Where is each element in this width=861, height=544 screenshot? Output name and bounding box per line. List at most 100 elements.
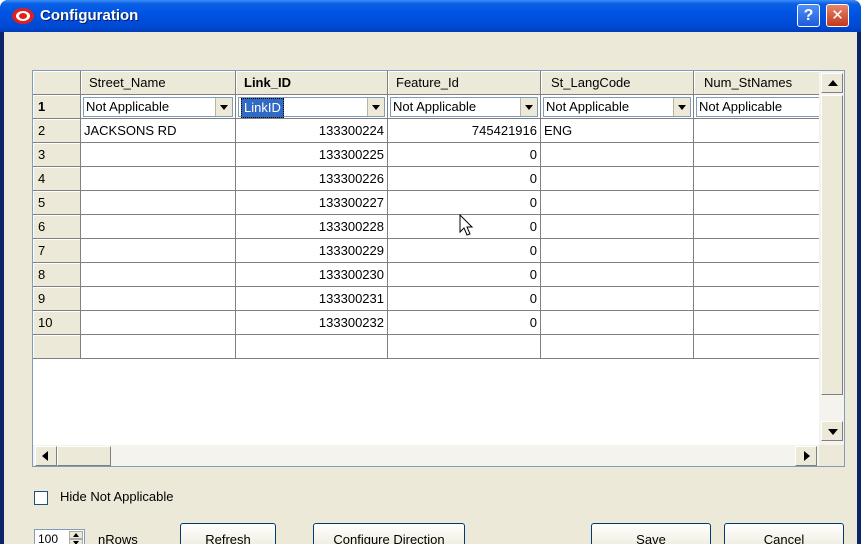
vertical-scroll-thumb[interactable] bbox=[821, 95, 843, 395]
mapping-cell: LinkID bbox=[236, 95, 388, 119]
link-id-mapping-dropdown[interactable]: LinkID bbox=[238, 97, 385, 118]
num-stnames-mapping-dropdown[interactable]: Not Applicable bbox=[696, 97, 819, 117]
street-name-cell[interactable] bbox=[81, 335, 236, 359]
chevron-down-icon[interactable] bbox=[673, 98, 690, 116]
spin-up-icon[interactable] bbox=[69, 531, 83, 539]
st-langcode-cell[interactable] bbox=[541, 167, 694, 191]
num-stnames-cell[interactable] bbox=[694, 167, 819, 191]
table-row: 2 JACKSONS RD 133300224 745421916 ENG bbox=[33, 119, 819, 143]
column-header-st-langcode[interactable]: St_LangCode bbox=[541, 71, 694, 95]
scroll-right-icon[interactable] bbox=[795, 446, 817, 466]
st-langcode-cell[interactable] bbox=[541, 335, 694, 359]
save-button[interactable]: Save bbox=[591, 523, 711, 544]
st-langcode-cell[interactable] bbox=[541, 239, 694, 263]
feature-id-cell[interactable] bbox=[388, 335, 541, 359]
link-id-cell[interactable]: 133300226 bbox=[236, 167, 388, 191]
link-id-cell[interactable]: 133300228 bbox=[236, 215, 388, 239]
row-number: 7 bbox=[33, 239, 81, 263]
feature-id-cell[interactable]: 0 bbox=[388, 311, 541, 335]
street-name-cell[interactable] bbox=[81, 287, 236, 311]
num-stnames-cell[interactable] bbox=[694, 311, 819, 335]
link-id-cell[interactable]: 133300231 bbox=[236, 287, 388, 311]
table-row: 10 133300232 0 bbox=[33, 311, 819, 335]
oracle-logo-icon bbox=[12, 8, 34, 24]
st-langcode-cell[interactable] bbox=[541, 311, 694, 335]
table-row: 8 133300230 0 bbox=[33, 263, 819, 287]
link-id-cell[interactable] bbox=[236, 335, 388, 359]
cancel-button[interactable]: Cancel bbox=[724, 523, 844, 544]
street-name-cell[interactable] bbox=[81, 191, 236, 215]
street-name-cell[interactable] bbox=[81, 263, 236, 287]
num-stnames-cell[interactable] bbox=[694, 119, 819, 143]
street-name-mapping-dropdown[interactable]: Not Applicable bbox=[83, 97, 233, 117]
link-id-cell[interactable]: 133300225 bbox=[236, 143, 388, 167]
column-header-num-stnames[interactable]: Num_StNames bbox=[694, 71, 819, 95]
st-langcode-cell[interactable] bbox=[541, 287, 694, 311]
scroll-left-icon[interactable] bbox=[35, 446, 57, 466]
num-stnames-cell[interactable] bbox=[694, 335, 819, 359]
street-name-cell[interactable] bbox=[81, 143, 236, 167]
scroll-down-icon[interactable] bbox=[821, 421, 843, 441]
num-stnames-cell[interactable] bbox=[694, 239, 819, 263]
refresh-button[interactable]: Refresh bbox=[180, 523, 276, 544]
row-number: 1 bbox=[33, 95, 81, 119]
configure-direction-button[interactable]: Configure Direction bbox=[313, 523, 465, 544]
num-stnames-cell[interactable] bbox=[694, 263, 819, 287]
row-number: 9 bbox=[33, 287, 81, 311]
title-bar[interactable]: Configuration ? ✕ bbox=[0, 0, 861, 32]
mapping-cell: Not Applicable bbox=[541, 95, 694, 119]
nrows-value[interactable]: 100 bbox=[38, 532, 58, 544]
link-id-cell[interactable]: 133300232 bbox=[236, 311, 388, 335]
street-name-cell[interactable]: JACKSONS RD bbox=[81, 119, 236, 143]
feature-id-cell[interactable]: 0 bbox=[388, 167, 541, 191]
close-icon[interactable]: ✕ bbox=[826, 4, 849, 27]
num-stnames-cell[interactable] bbox=[694, 287, 819, 311]
vertical-scrollbar[interactable] bbox=[819, 71, 844, 445]
feature-id-cell[interactable]: 0 bbox=[388, 239, 541, 263]
table-row: 7 133300229 0 bbox=[33, 239, 819, 263]
chevron-down-icon[interactable] bbox=[367, 98, 384, 116]
horizontal-scroll-thumb[interactable] bbox=[57, 446, 111, 466]
configuration-window: Configuration ? ✕ Street_Name Link_ID Fe… bbox=[0, 0, 861, 544]
spinner-buttons bbox=[69, 531, 83, 544]
link-id-cell[interactable]: 133300229 bbox=[236, 239, 388, 263]
chevron-down-icon[interactable] bbox=[520, 98, 537, 116]
street-name-cell[interactable] bbox=[81, 167, 236, 191]
link-id-cell[interactable]: 133300224 bbox=[236, 119, 388, 143]
street-name-cell[interactable] bbox=[81, 215, 236, 239]
data-grid: Street_Name Link_ID Feature_Id St_LangCo… bbox=[32, 70, 845, 467]
st-langcode-cell[interactable] bbox=[541, 143, 694, 167]
column-header-link-id[interactable]: Link_ID bbox=[236, 71, 388, 95]
column-header-street-name[interactable]: Street_Name bbox=[81, 71, 236, 95]
num-stnames-cell[interactable] bbox=[694, 215, 819, 239]
grid-header-row: Street_Name Link_ID Feature_Id St_LangCo… bbox=[33, 71, 819, 95]
st-langcode-mapping-dropdown[interactable]: Not Applicable bbox=[543, 97, 691, 117]
scroll-up-icon[interactable] bbox=[821, 73, 843, 93]
street-name-cell[interactable] bbox=[81, 239, 236, 263]
st-langcode-cell[interactable] bbox=[541, 263, 694, 287]
nrows-spinner[interactable]: 100 bbox=[34, 529, 85, 544]
link-id-cell[interactable]: 133300230 bbox=[236, 263, 388, 287]
horizontal-scrollbar[interactable] bbox=[33, 445, 819, 466]
st-langcode-cell[interactable] bbox=[541, 215, 694, 239]
hide-not-applicable-checkbox[interactable] bbox=[34, 491, 48, 505]
hide-not-applicable-label: Hide Not Applicable bbox=[60, 489, 174, 504]
row-number: 10 bbox=[33, 311, 81, 335]
num-stnames-cell[interactable] bbox=[694, 191, 819, 215]
num-stnames-cell[interactable] bbox=[694, 143, 819, 167]
feature-id-cell[interactable]: 745421916 bbox=[388, 119, 541, 143]
feature-id-mapping-dropdown[interactable]: Not Applicable bbox=[390, 97, 538, 117]
st-langcode-cell[interactable] bbox=[541, 191, 694, 215]
help-icon[interactable]: ? bbox=[797, 4, 820, 27]
feature-id-cell[interactable]: 0 bbox=[388, 263, 541, 287]
feature-id-cell[interactable]: 0 bbox=[388, 287, 541, 311]
row-number: 8 bbox=[33, 263, 81, 287]
feature-id-cell[interactable]: 0 bbox=[388, 191, 541, 215]
street-name-cell[interactable] bbox=[81, 311, 236, 335]
spin-down-icon[interactable] bbox=[69, 539, 83, 544]
st-langcode-cell[interactable]: ENG bbox=[541, 119, 694, 143]
link-id-cell[interactable]: 133300227 bbox=[236, 191, 388, 215]
chevron-down-icon[interactable] bbox=[215, 98, 232, 116]
column-header-feature-id[interactable]: Feature_Id bbox=[388, 71, 541, 95]
feature-id-cell[interactable]: 0 bbox=[388, 143, 541, 167]
